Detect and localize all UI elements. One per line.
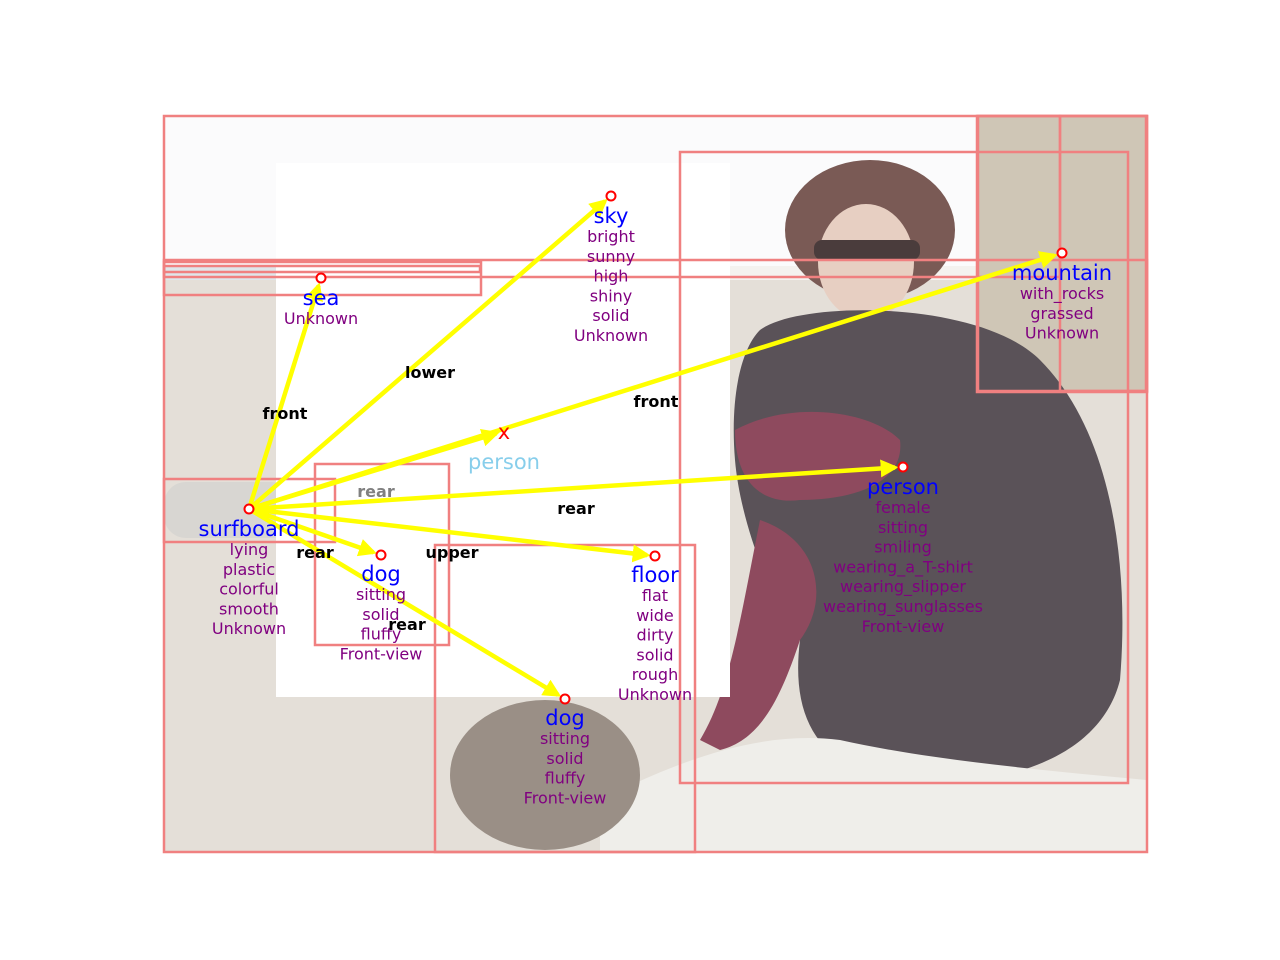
sky-attribute-label: sunny (587, 247, 635, 266)
photo-sunglasses (814, 240, 920, 260)
sky-node-marker (605, 190, 617, 202)
person-attribute-label: wearing_sunglasses (823, 597, 983, 617)
mountain-attribute-label: grassed (1030, 304, 1093, 323)
scene-graph-diagram: skybrightsunnyhighshinysolidUnknownseaUn… (162, 114, 1149, 854)
sea-object-label: sea (303, 286, 340, 310)
sky-attribute-label: solid (592, 306, 629, 325)
sea-node-marker (315, 272, 327, 284)
mountain-attribute-label: with_rocks (1020, 284, 1104, 304)
sky-attribute-label: bright (587, 227, 635, 246)
surfboard-attribute-label: plastic (223, 560, 275, 579)
floor-attribute-label: Unknown (618, 685, 692, 704)
surfboard-attribute-label: lying (230, 540, 269, 559)
floor-attribute-label: wide (636, 606, 674, 625)
person-node-marker (897, 461, 909, 473)
dog2-node-marker (559, 693, 571, 705)
dog1-attribute-label: Front-view (340, 644, 423, 663)
relation-label-floor: upper (425, 543, 478, 562)
surfboard-attribute-label: Unknown (212, 619, 286, 638)
floor-attribute-label: dirty (637, 626, 674, 645)
relation-label-sky: lower (405, 363, 455, 382)
surfboard-attribute-label: smooth (219, 599, 279, 618)
dog2-attribute-label: Front-view (524, 788, 607, 807)
person-attribute-label: Front-view (862, 617, 945, 636)
mountain-node-marker (1056, 247, 1068, 259)
sky-attribute-label: high (594, 267, 629, 286)
dog2-attribute-label: sitting (540, 729, 590, 748)
mountain-attribute-label: Unknown (1025, 324, 1099, 343)
sky-attribute-label: shiny (590, 286, 633, 305)
surfboard-attribute-label: colorful (219, 580, 279, 599)
dog1-object-label: dog (361, 562, 401, 586)
floor-object-label: floor (631, 563, 679, 587)
dog2-attribute-label: solid (546, 749, 583, 768)
dog2-object-label: dog (545, 706, 585, 730)
mountain-object-label: mountain (1012, 261, 1112, 285)
dog2-attribute-label: fluffy (545, 769, 586, 788)
person-attribute-label: wearing_slipper (840, 577, 966, 597)
dog1-attribute-label: sitting (356, 585, 406, 604)
relation-label-mountain: front (634, 392, 679, 411)
person-attribute-label: sitting (878, 518, 928, 537)
floor-node-marker (649, 550, 661, 562)
sky-attribute-label: Unknown (574, 326, 648, 345)
relation-label-sea: front (263, 404, 308, 423)
sea-attribute-label: Unknown (284, 309, 358, 328)
relation-label-person: rear (557, 499, 595, 518)
person-attribute-label: smiling (874, 538, 932, 557)
relation-label-dog2: rear (388, 615, 426, 634)
floor-attribute-label: rough (632, 665, 678, 684)
floor-attribute-label: solid (636, 645, 673, 664)
surfboard-object-label: surfboard (199, 517, 300, 541)
relation-label-query: rear (357, 482, 395, 501)
floor-attribute-label: flat (642, 586, 668, 605)
person-attribute-label: female (875, 498, 930, 517)
query-marker: x (498, 420, 510, 444)
query-object-label: person (468, 450, 540, 474)
sky-object-label: sky (594, 204, 629, 228)
person-attribute-label: wearing_a_T-shirt (833, 557, 973, 577)
person-object-label: person (867, 475, 939, 499)
surfboard-node-marker (243, 503, 255, 515)
relation-label-dog1: rear (296, 543, 334, 562)
dog1-node-marker (375, 549, 387, 561)
